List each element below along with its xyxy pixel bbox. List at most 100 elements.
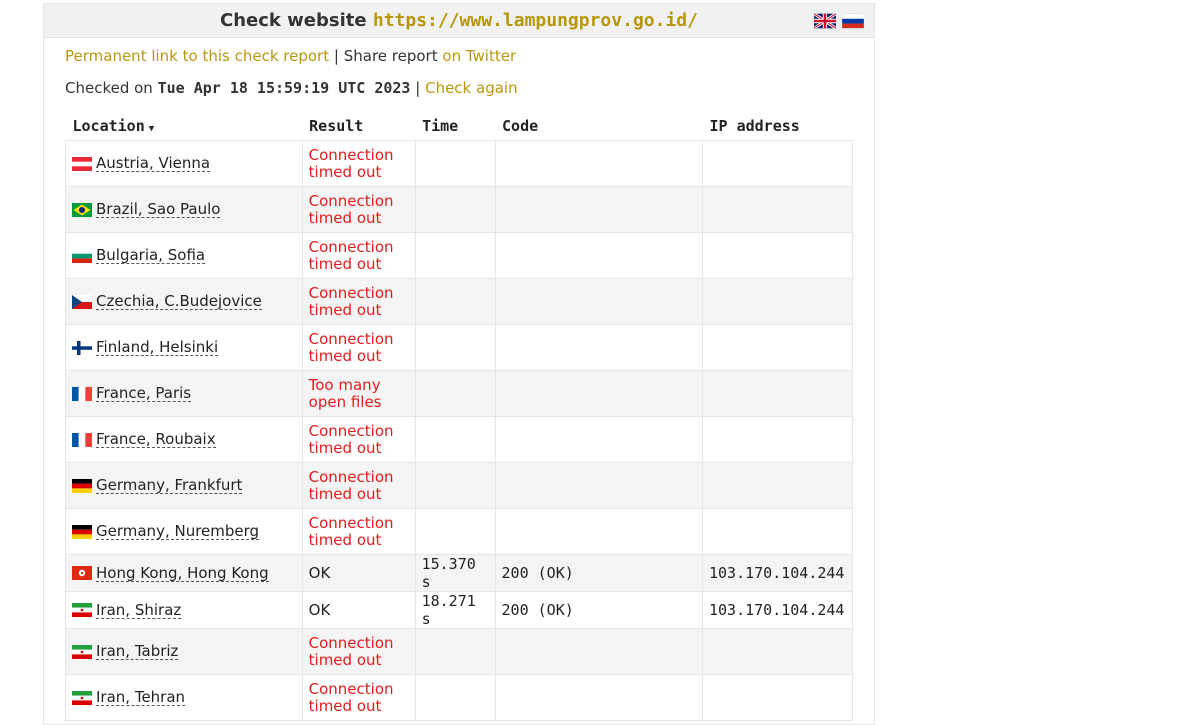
bulgaria-flag-icon	[72, 248, 92, 263]
result-text-line2: timed out	[308, 530, 382, 549]
ip-cell	[701, 628, 854, 675]
ip-cell	[701, 186, 854, 233]
table-row: Brazil, Sao Paulo Connection timed out	[65, 186, 854, 233]
location-name[interactable]: Czechia, C.Budejovice	[96, 293, 262, 310]
result-text-line1: Too many	[308, 375, 381, 394]
table-header-row: Location ▼ Result Time Code IP address	[66, 112, 853, 141]
result-text-line2: open files	[308, 392, 382, 411]
result-text-line1: Connection	[308, 145, 394, 164]
result-text-line1: Connection	[308, 191, 394, 210]
result-text-line2: timed out	[308, 162, 382, 181]
location-name[interactable]: Finland, Helsinki	[96, 339, 219, 356]
time-cell	[414, 674, 496, 721]
check-report-panel: Check website https://www.lampungprov.go…	[43, 3, 875, 725]
france-flag-icon	[72, 432, 92, 447]
result-cell: OK	[301, 554, 416, 592]
germany-flag-icon	[72, 524, 92, 539]
sort-down-icon[interactable]: ▼	[149, 124, 154, 134]
checked-datetime: Tue Apr 18 15:59:19 UTC 2023	[157, 79, 411, 97]
ip-cell	[701, 462, 854, 509]
location-name[interactable]: Iran, Tabriz	[96, 643, 179, 660]
location-column-header[interactable]: Location ▼	[66, 112, 303, 141]
share-label: Share report	[343, 47, 438, 65]
location-name[interactable]: Iran, Shiraz	[96, 602, 182, 619]
location-cell: Finland, Helsinki	[65, 324, 303, 371]
location-name[interactable]: Austria, Vienna	[96, 155, 211, 172]
permalink-link[interactable]: Permanent link to this check report	[65, 47, 329, 65]
time-cell	[414, 278, 496, 325]
location-cell: Germany, Frankfurt	[65, 462, 303, 509]
result-cell: Connection timed out	[301, 278, 416, 325]
france-flag-icon	[72, 386, 92, 401]
time-cell	[414, 416, 496, 463]
result-text-line2: timed out	[308, 484, 382, 503]
code-cell: 200 (OK)	[494, 591, 703, 629]
language-switcher	[814, 12, 864, 30]
code-cell	[494, 186, 703, 233]
checked-separator: |	[415, 79, 421, 97]
twitter-share-link[interactable]: on Twitter	[442, 47, 516, 65]
result-cell: Connection timed out	[301, 674, 416, 721]
table-row: Iran, Tabriz Connection timed out	[65, 628, 854, 675]
location-name[interactable]: Iran, Tehran	[96, 689, 186, 706]
location-header-label: Location	[72, 117, 145, 135]
result-cell: Connection timed out	[301, 628, 416, 675]
table-row: France, Roubaix Connection timed out	[65, 416, 854, 463]
ip-cell	[701, 416, 854, 463]
ip-cell	[701, 232, 854, 279]
result-text-line1: Connection	[308, 513, 394, 532]
location-cell: Bulgaria, Sofia	[65, 232, 303, 279]
time-cell: 18.271 s	[414, 591, 496, 629]
report-links: Permanent link to this check report | Sh…	[65, 47, 516, 65]
location-cell: Iran, Tehran	[65, 674, 303, 721]
table-row: Bulgaria, Sofia Connection timed out	[65, 232, 854, 279]
location-cell: France, Paris	[65, 370, 303, 417]
result-text-line2: timed out	[308, 650, 382, 669]
time-cell	[414, 186, 496, 233]
location-cell: Czechia, C.Budejovice	[65, 278, 303, 325]
ip-cell	[701, 508, 854, 555]
result-text-line2: timed out	[308, 254, 382, 273]
result-text-line1: Connection	[308, 421, 394, 440]
result-cell: Connection timed out	[301, 324, 416, 371]
result-text-line1: Connection	[308, 237, 394, 256]
finland-flag-icon	[72, 340, 92, 355]
location-cell: Hong Kong, Hong Kong	[65, 554, 303, 592]
checked-url-link[interactable]: https://www.lampungprov.go.id/	[373, 10, 698, 31]
location-name[interactable]: Brazil, Sao Paulo	[96, 201, 221, 218]
result-cell: Connection timed out	[301, 462, 416, 509]
result-cell: Connection timed out	[301, 232, 416, 279]
ip-column-header: IP address	[709, 117, 800, 135]
ip-cell	[701, 140, 854, 187]
location-name[interactable]: Germany, Nuremberg	[96, 523, 260, 540]
result-text-line1: Connection	[308, 467, 394, 486]
ip-cell	[701, 278, 854, 325]
uk-flag-icon[interactable]	[814, 12, 836, 30]
time-cell: 15.370 s	[414, 554, 496, 592]
page-title: Check website	[220, 10, 367, 31]
result-text-line2: timed out	[308, 346, 382, 365]
table-row: Iran, Tehran Connection timed out	[65, 674, 854, 721]
code-column-header: Code	[502, 117, 539, 135]
location-name[interactable]: Germany, Frankfurt	[96, 477, 243, 494]
checked-info: Checked on Tue Apr 18 15:59:19 UTC 2023 …	[65, 79, 518, 97]
location-cell: Brazil, Sao Paulo	[65, 186, 303, 233]
time-cell	[414, 462, 496, 509]
location-cell: France, Roubaix	[65, 416, 303, 463]
time-cell	[414, 232, 496, 279]
location-name[interactable]: France, Paris	[96, 385, 192, 402]
result-cell: Connection timed out	[301, 508, 416, 555]
table-row: France, Paris Too many open files	[65, 370, 854, 417]
table-row: Hong Kong, Hong Kong OK 15.370 s 200 (OK…	[65, 554, 854, 592]
result-text-line2: timed out	[308, 696, 382, 715]
links-separator: |	[333, 47, 339, 65]
location-name[interactable]: Hong Kong, Hong Kong	[96, 565, 269, 582]
location-cell: Iran, Shiraz	[65, 591, 303, 629]
location-name[interactable]: France, Roubaix	[96, 431, 216, 448]
code-cell	[494, 508, 703, 555]
result-cell: OK	[301, 591, 416, 629]
location-name[interactable]: Bulgaria, Sofia	[96, 247, 206, 264]
ip-cell	[701, 324, 854, 371]
russia-flag-icon[interactable]	[842, 12, 864, 30]
check-again-link[interactable]: Check again	[425, 79, 518, 97]
